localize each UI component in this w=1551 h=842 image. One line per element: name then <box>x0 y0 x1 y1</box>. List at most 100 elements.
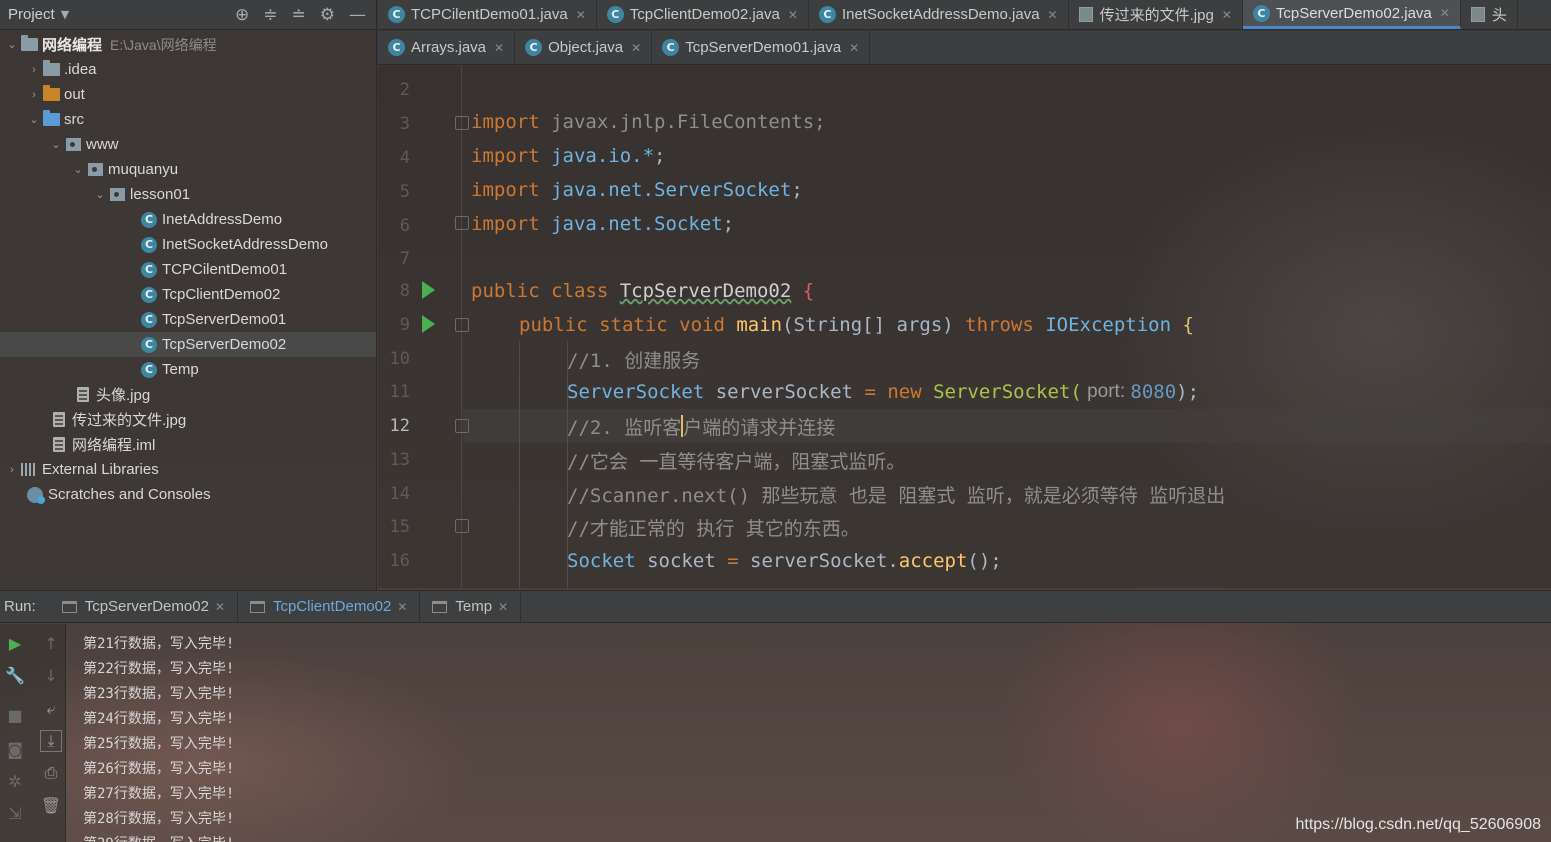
run-tab-tcpclientdemo02[interactable]: TcpClientDemo02 ✕ <box>238 591 421 622</box>
tree-item-www[interactable]: ⌄ www <box>0 132 376 157</box>
run-class-icon[interactable] <box>422 281 435 299</box>
tree-item-src[interactable]: ⌄ src <box>0 107 376 132</box>
fold-icon[interactable] <box>455 216 469 230</box>
java-class-icon: C <box>662 39 680 56</box>
wrench-icon[interactable]: 🔧 <box>4 664 26 686</box>
close-icon[interactable]: ✕ <box>1222 8 1232 22</box>
tree-item-muquanyu[interactable]: ⌄ muquanyu <box>0 157 376 182</box>
tab-arrays[interactable]: C Arrays.java ✕ <box>378 31 516 64</box>
arrow-down-icon[interactable]: ↓ <box>40 664 62 686</box>
tree-item-project-root[interactable]: ⌄ 网络编程 E:\Java\网络编程 <box>0 32 376 57</box>
fold-icon[interactable] <box>455 519 469 533</box>
chevron-down-icon[interactable]: ⌄ <box>26 113 42 126</box>
project-view-selector[interactable]: Project <box>8 6 55 23</box>
console-output[interactable]: 第21行数据，写入完毕! 第22行数据，写入完毕! 第23行数据，写入完毕! 第… <box>67 624 1551 842</box>
exit-icon[interactable]: ⇲ <box>4 802 26 824</box>
scroll-to-end-icon[interactable]: ⤓ <box>40 730 62 752</box>
minimize-icon[interactable]: — <box>349 5 366 25</box>
run-tab-temp[interactable]: Temp ✕ <box>420 591 522 622</box>
gear-icon[interactable]: ⚙ <box>320 5 335 25</box>
close-icon[interactable]: ✕ <box>788 8 798 22</box>
tab-label: 头 <box>1491 7 1507 24</box>
library-icon <box>20 462 38 477</box>
tree-item-label: 网络编程.iml <box>72 437 156 454</box>
stop-icon[interactable]: ■ <box>4 704 26 726</box>
tab-tcpserverdemo02[interactable]: C TcpServerDemo02.java ✕ <box>1242 0 1461 29</box>
arrow-up-icon[interactable]: ↑ <box>40 632 62 654</box>
tree-item-temp[interactable]: C Temp <box>0 357 376 382</box>
tree-item-inetaddressdemo[interactable]: C InetAddressDemo <box>0 207 376 232</box>
trash-icon[interactable]: 🗑 <box>40 794 62 816</box>
locate-icon[interactable]: ⊕ <box>235 5 249 25</box>
tab-avatar-jpg[interactable]: 头 <box>1461 0 1518 29</box>
chevron-right-icon[interactable]: › <box>26 89 42 101</box>
chevron-right-icon[interactable]: › <box>26 64 42 76</box>
line-number: 15 <box>389 517 410 537</box>
close-icon[interactable]: ✕ <box>215 600 225 614</box>
chevron-down-icon[interactable]: ▼ <box>61 8 69 21</box>
tab-inetsocketaddressdemo[interactable]: C InetSocketAddressDemo.java ✕ <box>809 0 1069 29</box>
camera-icon[interactable]: ◙ <box>4 738 26 760</box>
java-class-icon: C <box>140 311 158 328</box>
tab-transferred-file-jpg[interactable]: 传过来的文件.jpg ✕ <box>1069 0 1243 29</box>
unused-import: javax.jnlp.FileContents; <box>539 111 826 133</box>
comment: //Scanner.next() 那些玩意 也是 阻塞式 监听，就是必须等待 监… <box>567 484 1226 507</box>
collapse-all-icon[interactable]: ≐ <box>292 5 306 25</box>
chevron-down-icon[interactable]: ⌄ <box>48 138 64 151</box>
run-main-icon[interactable] <box>422 315 435 333</box>
chevron-right-icon[interactable]: › <box>4 464 20 476</box>
chevron-down-icon[interactable]: ⌄ <box>70 163 86 176</box>
line-number: 5 <box>399 182 410 202</box>
comment: //1. 创建服务 <box>567 349 701 372</box>
code-editor[interactable]: 2 3 4 5 6 7 8 9 10 11 12 13 14 15 16 imp… <box>378 66 1551 588</box>
close-icon[interactable]: ✕ <box>849 41 859 55</box>
settings-icon[interactable]: ✲ <box>4 770 26 792</box>
tree-item-tcpserverdemo02[interactable]: C TcpServerDemo02 <box>0 332 376 357</box>
fold-icon[interactable] <box>455 419 469 433</box>
fold-icon[interactable] <box>455 318 469 332</box>
close-icon[interactable]: ✕ <box>576 8 586 22</box>
tree-item-inetsocketaddressdemo[interactable]: C InetSocketAddressDemo <box>0 232 376 257</box>
run-tab-tcpserverdemo02[interactable]: TcpServerDemo02 ✕ <box>50 591 238 622</box>
close-icon[interactable]: ✕ <box>494 41 504 55</box>
tree-item-tcpserverdemo01[interactable]: C TcpServerDemo01 <box>0 307 376 332</box>
tree-item-label: src <box>64 111 84 128</box>
tab-tcpcilentdemo01[interactable]: C TCPCilentDemo01.java ✕ <box>378 0 597 29</box>
tree-item-transferred-file-jpg[interactable]: 传过来的文件.jpg <box>0 407 376 432</box>
tab-object[interactable]: C Object.java ✕ <box>515 31 653 64</box>
chevron-down-icon[interactable]: ⌄ <box>92 188 108 201</box>
tab-label: InetSocketAddressDemo.java <box>841 6 1040 23</box>
tree-item-out[interactable]: › out <box>0 82 376 107</box>
fold-icon[interactable] <box>455 116 469 130</box>
console-line: 第23行数据，写入完毕! <box>83 685 235 702</box>
comment: //2. 监听客 <box>567 416 682 439</box>
print-icon[interactable]: ⎙ <box>40 762 62 784</box>
tree-item-label: 网络编程 <box>42 37 103 54</box>
expand-all-icon[interactable]: ≑ <box>263 5 277 25</box>
tree-item-tcpclientdemo02[interactable]: C TcpClientDemo02 <box>0 282 376 307</box>
java-class-icon: C <box>606 6 624 23</box>
comment: //它会 一直等待客户端，阻塞式监听。 <box>567 450 906 473</box>
tree-item-iml[interactable]: 网络编程.iml <box>0 432 376 457</box>
tree-item-label: TcpClientDemo02 <box>162 286 281 303</box>
tree-item-scratches[interactable]: Scratches and Consoles <box>0 482 376 507</box>
close-icon[interactable]: ✕ <box>631 41 641 55</box>
tab-tcpserverdemo01[interactable]: C TcpServerDemo01.java ✕ <box>652 31 871 64</box>
console-icon <box>432 600 448 613</box>
tree-item-tcpcilentdemo01[interactable]: C TCPCilentDemo01 <box>0 257 376 282</box>
close-icon[interactable]: ✕ <box>1048 8 1058 22</box>
tab-tcpclientdemo02[interactable]: C TcpClientDemo02.java ✕ <box>597 0 809 29</box>
chevron-down-icon[interactable]: ⌄ <box>4 38 20 51</box>
close-icon[interactable]: ✕ <box>498 600 508 614</box>
tree-item-label: muquanyu <box>108 161 179 178</box>
code-line-3: import javax.jnlp.FileContents; <box>471 105 826 139</box>
tree-item-idea[interactable]: › .idea <box>0 57 376 82</box>
tree-item-external-libraries[interactable]: › External Libraries <box>0 457 376 482</box>
close-icon[interactable]: ✕ <box>397 600 407 614</box>
soft-wrap-icon[interactable]: ⤶ <box>40 698 62 720</box>
tree-item-lesson01[interactable]: ⌄ lesson01 <box>0 182 376 207</box>
tree-item-avatar-jpg[interactable]: 头像.jpg <box>0 382 376 407</box>
rerun-icon[interactable]: ▶ <box>4 632 26 654</box>
close-icon[interactable]: ✕ <box>1440 6 1450 20</box>
parameters: (String[] args) <box>782 314 966 336</box>
